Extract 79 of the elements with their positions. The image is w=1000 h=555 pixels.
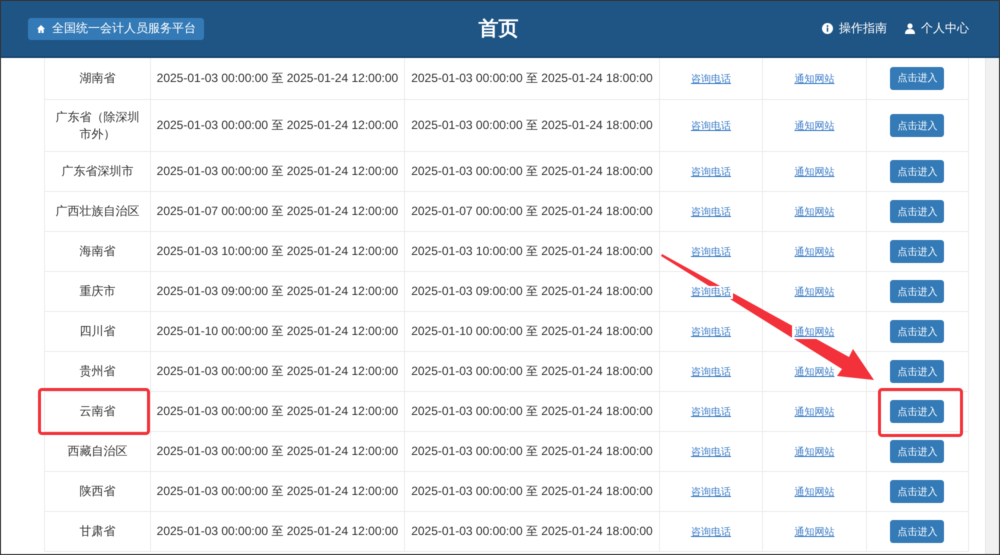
platform-button[interactable]: 全国统一会计人员服务平台 <box>28 18 204 40</box>
table-cell: 2025-01-03 00:00:00 至 2025-01-24 12:00:00 <box>150 392 405 432</box>
website-link[interactable]: 通知网站 <box>792 286 836 299</box>
website-link[interactable]: 通知网站 <box>792 406 836 419</box>
enter-button[interactable]: 点击进入 <box>890 400 944 423</box>
phone-link[interactable]: 咨询电话 <box>688 326 733 339</box>
info-icon <box>822 23 833 34</box>
enter-button[interactable]: 点击进入 <box>890 520 944 543</box>
website-link[interactable]: 通知网站 <box>792 486 836 499</box>
table-cell: 2025-01-03 00:00:00 至 2025-01-24 12:00:00 <box>150 152 405 192</box>
enter-button[interactable]: 点击进入 <box>890 280 944 303</box>
table-cell: 2025-01-10 00:00:00 至 2025-01-24 12:00:00 <box>150 312 405 352</box>
phone-link[interactable]: 咨询电话 <box>688 526 733 539</box>
website-link[interactable]: 通知网站 <box>792 326 836 339</box>
region-cell: 四川省 <box>44 312 150 352</box>
table-cell: 2025-01-03 00:00:00 至 2025-01-24 18:00:00 <box>404 352 660 392</box>
region-cell: 广东省深圳市 <box>44 152 150 192</box>
region-cell: 西藏自治区 <box>44 432 150 472</box>
enter-button[interactable]: 点击进入 <box>890 200 944 223</box>
table-cell: 2025-01-10 00:00:00 至 2025-01-24 18:00:00 <box>404 312 660 352</box>
region-cell: 陕西省 <box>44 472 150 512</box>
scrollbar[interactable] <box>985 58 999 554</box>
table-cell: 2025-01-03 00:00:00 至 2025-01-24 18:00:00 <box>404 512 660 552</box>
enter-button[interactable]: 点击进入 <box>890 440 944 463</box>
phone-link[interactable]: 咨询电话 <box>688 406 733 419</box>
table-cell: 2025-01-03 00:00:00 至 2025-01-24 18:00:00 <box>404 392 660 432</box>
enter-button[interactable]: 点击进入 <box>890 114 944 137</box>
user-icon <box>905 23 915 34</box>
table-cell: 2025-01-07 00:00:00 至 2025-01-24 18:00:00 <box>404 192 660 232</box>
region-cell: 广东省（除深圳市外） <box>44 100 150 152</box>
table-cell: 2025-01-03 10:00:00 至 2025-01-24 12:00:00 <box>150 232 405 272</box>
enter-button[interactable]: 点击进入 <box>890 320 944 343</box>
table-cell: 2025-01-03 00:00:00 至 2025-01-24 18:00:00 <box>404 58 660 100</box>
enter-button[interactable]: 点击进入 <box>890 160 944 183</box>
phone-link[interactable]: 咨询电话 <box>688 366 733 379</box>
website-link[interactable]: 通知网站 <box>792 206 836 219</box>
table-cell: 2025-01-07 00:00:00 至 2025-01-24 12:00:00 <box>150 192 405 232</box>
website-link[interactable]: 通知网站 <box>792 366 836 379</box>
phone-link[interactable]: 咨询电话 <box>688 286 733 299</box>
table-cell: 2025-01-03 00:00:00 至 2025-01-24 18:00:00 <box>404 100 660 152</box>
table-cell: 2025-01-03 00:00:00 至 2025-01-24 12:00:00 <box>150 432 405 472</box>
phone-link[interactable]: 咨询电话 <box>688 120 733 133</box>
phone-link[interactable]: 咨询电话 <box>688 446 733 459</box>
table-cell: 2025-01-03 00:00:00 至 2025-01-24 12:00:00 <box>150 512 405 552</box>
region-cell: 贵州省 <box>44 352 150 392</box>
table-cell: 2025-01-03 00:00:00 至 2025-01-24 12:00:00 <box>150 58 405 100</box>
table-cell: 2025-01-03 09:00:00 至 2025-01-24 18:00:00 <box>404 272 660 312</box>
website-link[interactable]: 通知网站 <box>792 446 836 459</box>
region-cell: 海南省 <box>44 232 150 272</box>
home-icon <box>36 24 46 34</box>
table-cell: 2025-01-03 00:00:00 至 2025-01-24 18:00:00 <box>404 432 660 472</box>
table-cell: 2025-01-03 00:00:00 至 2025-01-24 12:00:00 <box>150 100 405 152</box>
website-link[interactable]: 通知网站 <box>792 246 836 259</box>
table-cell: 2025-01-03 00:00:00 至 2025-01-24 18:00:00 <box>404 152 660 192</box>
enter-button[interactable]: 点击进入 <box>890 480 944 503</box>
enter-button[interactable]: 点击进入 <box>890 360 944 383</box>
region-cell: 广西壮族自治区 <box>44 192 150 232</box>
table-cell: 2025-01-03 10:00:00 至 2025-01-24 18:00:00 <box>404 232 660 272</box>
website-link[interactable]: 通知网站 <box>792 166 836 179</box>
region-cell: 重庆市 <box>44 272 150 312</box>
table-cell: 2025-01-03 09:00:00 至 2025-01-24 12:00:00 <box>150 272 405 312</box>
user-center-link[interactable]: 个人中心 <box>905 20 969 37</box>
website-link[interactable]: 通知网站 <box>792 526 836 539</box>
phone-link[interactable]: 咨询电话 <box>688 206 733 219</box>
region-cell: 甘肃省 <box>44 512 150 552</box>
enter-button[interactable]: 点击进入 <box>890 66 944 90</box>
phone-link[interactable]: 咨询电话 <box>688 166 733 179</box>
guide-link[interactable]: 操作指南 <box>822 20 887 37</box>
website-link[interactable]: 通知网站 <box>792 72 836 86</box>
phone-link[interactable]: 咨询电话 <box>688 72 733 86</box>
table-cell: 2025-01-03 00:00:00 至 2025-01-24 12:00:00 <box>150 472 405 512</box>
page-title: 首页 <box>478 17 518 42</box>
table-cell: 2025-01-03 00:00:00 至 2025-01-24 18:00:00 <box>404 472 660 512</box>
enter-button[interactable]: 点击进入 <box>890 240 944 263</box>
table-cell: 2025-01-03 00:00:00 至 2025-01-24 12:00:00 <box>150 352 405 392</box>
phone-link[interactable]: 咨询电话 <box>688 246 733 259</box>
phone-link[interactable]: 咨询电话 <box>688 486 733 499</box>
region-cell: 湖南省 <box>44 58 150 100</box>
website-link[interactable]: 通知网站 <box>792 120 836 133</box>
